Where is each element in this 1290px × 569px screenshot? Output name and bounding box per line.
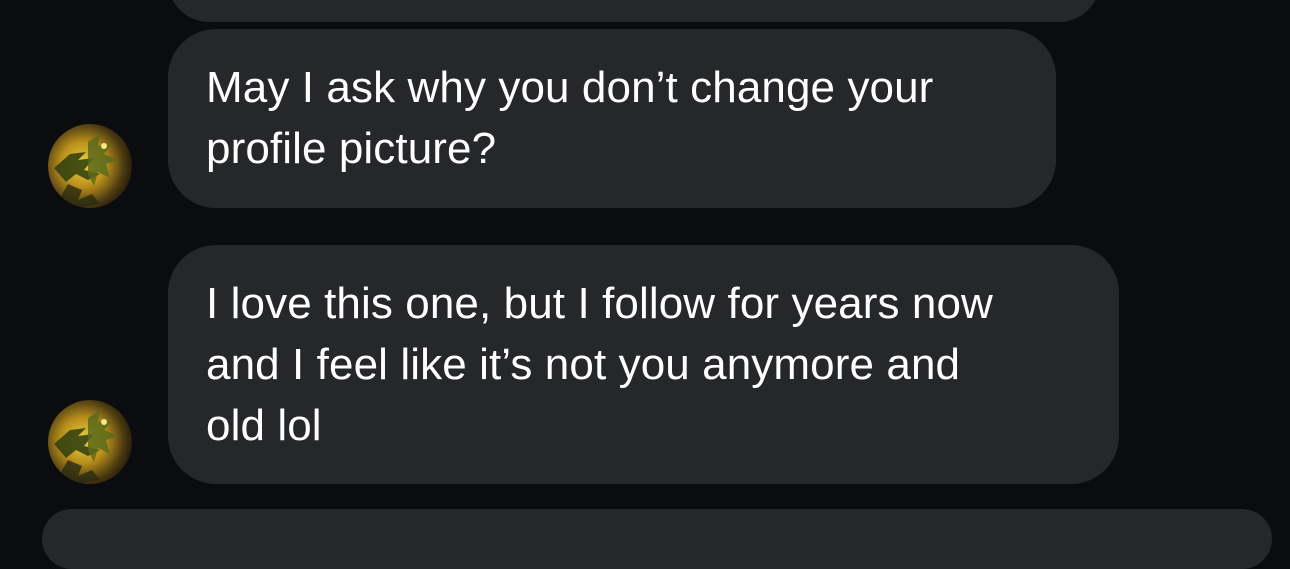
dragon-avatar-icon <box>48 124 132 208</box>
message-bubble[interactable]: I love this one, but I follow for years … <box>168 245 1119 484</box>
message-bubble-previous[interactable] <box>168 0 1100 22</box>
message-line: May I ask why you don’t change your <box>206 63 934 112</box>
message-bubble[interactable]: May I ask why you don’t change your prof… <box>168 29 1056 208</box>
message-line: I love this one, but I follow for years … <box>206 279 993 328</box>
sender-avatar[interactable] <box>48 400 132 484</box>
message-line: and I feel like it’s not you anymore and <box>206 340 961 389</box>
message-bubble-next[interactable] <box>42 509 1272 569</box>
dragon-avatar-icon <box>48 400 132 484</box>
message-thread: May I ask why you don’t change your prof… <box>0 0 1290 569</box>
message-line: profile picture? <box>206 124 497 173</box>
message-line: old lol <box>206 401 322 450</box>
sender-avatar[interactable] <box>48 124 132 208</box>
